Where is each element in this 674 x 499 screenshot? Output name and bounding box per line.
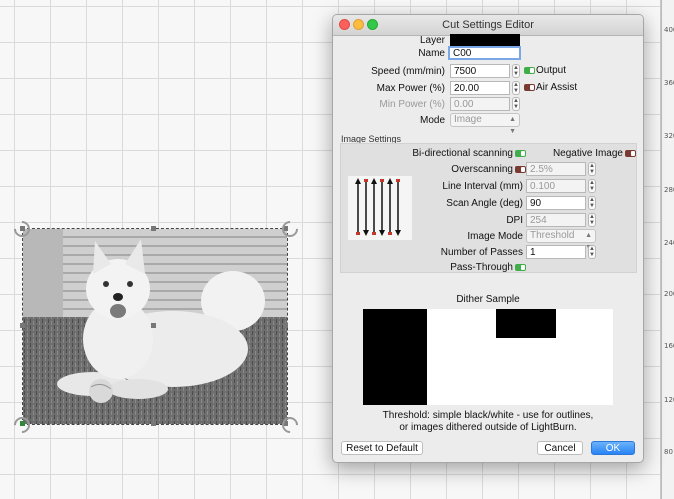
speed-label: Speed (mm/min) [371, 66, 445, 77]
min-power-input[interactable]: 0.00 [450, 97, 510, 111]
line-interval-label: Line Interval (mm) [442, 181, 523, 192]
air-assist-toggle[interactable] [524, 84, 535, 91]
dither-sample-title: Dither Sample [456, 294, 520, 305]
dither-description-line2: or images dithered outside of LightBurn. [399, 422, 577, 433]
name-input[interactable]: C00 [448, 46, 521, 60]
dialog-title: Cut Settings Editor [442, 19, 534, 31]
title-bar[interactable]: Cut Settings Editor [333, 15, 643, 36]
scan-direction-preview [348, 176, 412, 240]
ruler-tick-label: 240 [664, 239, 674, 247]
selection-handle[interactable] [20, 323, 25, 328]
max-power-stepper[interactable]: ▲ ▼ [512, 81, 520, 95]
selection-handle[interactable] [283, 323, 288, 328]
speed-stepper[interactable]: ▲ ▼ [512, 64, 520, 78]
selection-handle[interactable] [151, 421, 156, 426]
dither-description-line1: Threshold: simple black/white - use for … [382, 410, 594, 421]
ruler-tick-label: 280 [664, 186, 674, 194]
line-interval-stepper[interactable]: ▲ ▼ [588, 179, 596, 193]
dpi-label: DPI [506, 215, 523, 226]
mode-label: Mode [419, 115, 445, 126]
scan-lines-icon [355, 178, 401, 236]
scan-angle-stepper[interactable]: ▲ ▼ [588, 196, 596, 210]
pass-through-label: Pass-Through [450, 262, 513, 273]
min-power-label: Min Power (%) [379, 99, 445, 110]
ruler-tick-label: 120 [664, 396, 674, 404]
ruler-tick-label: 400 [664, 26, 674, 34]
overscanning-input[interactable]: 2.5% [526, 162, 586, 176]
pass-through-toggle[interactable] [515, 264, 526, 271]
ruler-tick-label: 200 [664, 290, 674, 298]
negative-image-toggle[interactable] [625, 150, 636, 157]
scan-angle-label: Scan Angle (deg) [446, 198, 523, 209]
max-power-input[interactable]: 20.00 [450, 81, 510, 95]
chevron-updown-icon: ▲▼ [509, 116, 516, 135]
ok-button[interactable]: OK [591, 441, 635, 455]
output-label: Output [536, 65, 567, 76]
image-mode-select-value: Threshold [530, 230, 575, 241]
passes-label: Number of Passes [440, 247, 523, 258]
air-assist-label: Air Assist [536, 82, 578, 93]
dpi-stepper[interactable]: ▲ ▼ [588, 213, 596, 227]
vertical-ruler: 400 360 320 280 240 200 160 120 80 [661, 0, 674, 499]
passes-stepper[interactable]: ▲ ▼ [588, 245, 596, 259]
dpi-input[interactable]: 254 [526, 213, 586, 227]
ruler-tick-label: 80 [664, 448, 673, 456]
cut-settings-dialog: Cut Settings Editor Layer Name C00 Speed… [332, 14, 644, 463]
overscanning-toggle[interactable] [515, 166, 526, 173]
name-label: Name [418, 48, 445, 59]
min-power-stepper[interactable]: ▲ ▼ [512, 97, 520, 111]
bidirectional-label: Bi-directional scanning [412, 148, 513, 159]
cancel-button[interactable]: Cancel [537, 441, 583, 455]
reset-to-default-button[interactable]: Reset to Default [341, 441, 423, 455]
layer-label: Layer [419, 35, 445, 46]
dither-black-block [496, 309, 556, 338]
overscanning-label: Overscanning [451, 164, 513, 175]
speed-input[interactable]: 7500 [450, 64, 510, 78]
selection-handle[interactable] [151, 226, 156, 231]
max-power-label: Max Power (%) [376, 83, 445, 94]
ruler-tick-label: 360 [664, 79, 674, 87]
dither-black-block [363, 309, 427, 405]
selection-handle[interactable] [151, 323, 156, 328]
scan-angle-input[interactable]: 90 [526, 196, 586, 210]
image-mode-label: Image Mode [467, 231, 523, 242]
bidirectional-toggle[interactable] [515, 150, 526, 157]
image-mode-select[interactable]: Threshold ▲▼ [526, 229, 596, 251]
negative-image-label: Negative Image [552, 148, 623, 159]
ruler-tick-label: 320 [664, 132, 674, 140]
output-toggle[interactable] [524, 67, 535, 74]
layer-color-swatch[interactable] [450, 34, 520, 46]
dither-sample-preview [363, 309, 613, 405]
mode-select-value: Image [454, 114, 482, 125]
mode-select[interactable]: Image ▲ ▼ [450, 113, 520, 135]
ruler-tick-label: 160 [664, 342, 674, 350]
line-interval-input[interactable]: 0.100 [526, 179, 586, 193]
overscanning-stepper[interactable]: ▲ ▼ [588, 162, 596, 176]
passes-input[interactable]: 1 [526, 245, 586, 259]
